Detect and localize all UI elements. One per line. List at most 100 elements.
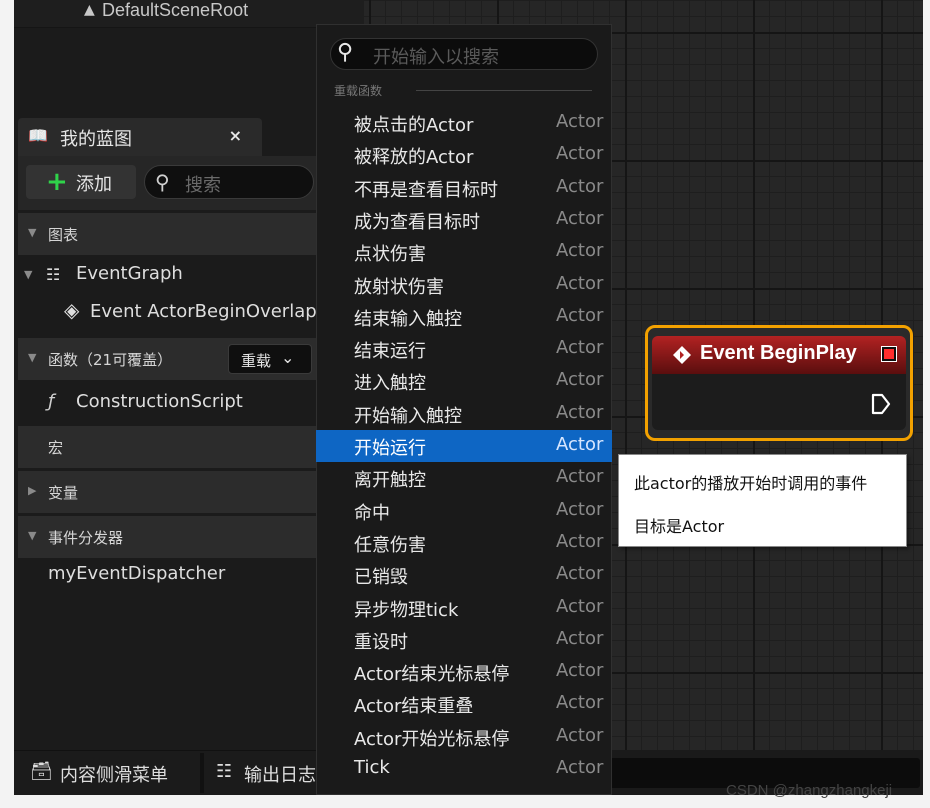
menu-item-class: Actor — [556, 692, 604, 713]
blueprint-search-input[interactable]: ⚲ 搜索 — [144, 165, 314, 199]
tab-my-blueprint[interactable]: 📖 我的蓝图 × — [18, 118, 262, 156]
menu-item-name: Actor结束重叠 — [354, 696, 474, 717]
menu-item-name: 异步物理tick — [354, 600, 459, 621]
menu-item[interactable]: 进入触控 Actor — [316, 365, 612, 397]
menu-item[interactable]: 命中 Actor — [316, 495, 612, 527]
content-drawer-icon: 🗃 — [30, 761, 53, 782]
bottom-bar: 🗃 内容侧滑菜单 ☷ 输出日志 — [14, 750, 364, 795]
menu-item-name: 已销毁 — [354, 567, 408, 588]
menu-item[interactable]: Actor结束光标悬停 Actor — [316, 656, 612, 688]
event-graph-label: EventGraph — [76, 263, 183, 284]
content-drawer-button[interactable]: 内容侧滑菜单 — [60, 761, 168, 787]
bottom-separator — [200, 753, 204, 793]
menu-item-name: 任意伤害 — [354, 535, 426, 556]
node-header: Event BeginPlay — [652, 336, 906, 374]
menu-item-name: 被点击的Actor — [354, 115, 474, 136]
menu-search-input[interactable]: ⚲ 开始输入以搜索 — [330, 38, 598, 70]
menu-item-class: Actor — [556, 305, 604, 326]
menu-item[interactable]: 被释放的Actor Actor — [316, 139, 612, 171]
menu-item[interactable]: Actor开始光标悬停 Actor — [316, 721, 612, 753]
menu-item-name: 开始输入触控 — [354, 406, 462, 427]
event-diamond-icon — [673, 346, 691, 364]
override-label: 重载 — [241, 352, 272, 370]
event-overlap-label: Event ActorBeginOverlap — [90, 301, 317, 322]
menu-item-class: Actor — [556, 531, 604, 552]
section-functions[interactable]: ▼ 函数（21可覆盖） — [18, 338, 364, 380]
close-icon[interactable]: × — [229, 126, 242, 145]
menu-item[interactable]: 结束运行 Actor — [316, 333, 612, 365]
menu-item[interactable]: 任意伤害 Actor — [316, 527, 612, 559]
event-beginplay-node[interactable]: Event BeginPlay — [645, 325, 913, 441]
construction-script-item[interactable]: ƒ ConstructionScript — [18, 384, 364, 422]
menu-item-name: Actor结束光标悬停 — [354, 664, 510, 685]
menu-item[interactable]: 放射状伤害 Actor — [316, 269, 612, 301]
menu-item-class: Actor — [556, 563, 604, 584]
menu-item-class: Actor — [556, 628, 604, 649]
section-graphs-label: 图表 — [48, 226, 79, 244]
node-body — [652, 374, 906, 430]
event-graph-item[interactable]: ▼ ☷ EventGraph — [18, 256, 364, 294]
menu-item[interactable]: 被点击的Actor Actor — [316, 107, 612, 139]
menu-category-label: 重载函数 — [334, 84, 383, 98]
override-dropdown-button[interactable]: 重载 ⌄ — [228, 344, 312, 374]
exec-output-pin-icon[interactable] — [870, 392, 892, 416]
section-dispatchers[interactable]: ▼ 事件分发器 — [18, 516, 364, 558]
search-placeholder: 搜索 — [185, 175, 221, 196]
plus-icon: + — [46, 167, 68, 197]
section-macros[interactable]: 宏 — [18, 426, 364, 468]
section-graphs[interactable]: ▼ 图表 — [18, 213, 364, 255]
menu-item[interactable]: Actor结束重叠 Actor — [316, 688, 612, 720]
watermark: CSDN @zhangzhangkeji — [726, 782, 893, 799]
tooltip-description: 此actor的播放开始时调用的事件 — [634, 474, 868, 493]
section-macros-label: 宏 — [48, 439, 64, 457]
menu-item-name: Tick — [354, 757, 390, 778]
menu-item[interactable]: 重设时 Actor — [316, 624, 612, 656]
collapse-arrow-icon: ▼ — [28, 529, 37, 542]
menu-item-name: 点状伤害 — [354, 244, 426, 265]
book-icon: 📖 — [28, 126, 48, 145]
dispatcher-item[interactable]: myEventDispatcher — [18, 556, 364, 594]
menu-item-name: 不再是查看目标时 — [354, 180, 498, 201]
menu-item[interactable]: 已销毁 Actor — [316, 559, 612, 591]
menu-item[interactable]: 不再是查看目标时 Actor — [316, 172, 612, 204]
expand-arrow-icon: ▶ — [28, 484, 37, 497]
section-variables-label: 变量 — [48, 484, 79, 502]
menu-item[interactable]: 离开触控 Actor — [316, 462, 612, 494]
output-log-icon: ☷ — [216, 761, 233, 782]
section-variables[interactable]: ▶ 变量 — [18, 471, 364, 513]
menu-item-name: 结束运行 — [354, 341, 426, 362]
menu-search-placeholder: 开始输入以搜索 — [373, 47, 499, 68]
menu-item-class: Actor — [556, 596, 604, 617]
collapse-arrow-icon: ▼ — [28, 226, 37, 239]
menu-item[interactable]: 开始运行 Actor — [316, 430, 612, 462]
menu-item-class: Actor — [556, 757, 604, 778]
menu-item[interactable]: 异步物理tick Actor — [316, 592, 612, 624]
tooltip: 此actor的播放开始时调用的事件 目标是Actor — [618, 454, 907, 547]
section-dispatchers-label: 事件分发器 — [48, 529, 124, 547]
scene-root-item[interactable]: ▲ DefaultSceneRoot — [14, 0, 364, 28]
menu-item-class: Actor — [556, 111, 604, 132]
delegate-pin-icon[interactable] — [881, 346, 897, 362]
menu-item-name: 命中 — [354, 503, 390, 524]
tab-title: 我的蓝图 — [60, 129, 132, 150]
event-overlap-item[interactable]: ◈ Event ActorBeginOverlap — [18, 294, 364, 332]
add-button[interactable]: + 添加 — [26, 165, 136, 199]
menu-item[interactable]: Tick Actor — [316, 753, 612, 785]
scene-root-label: DefaultSceneRoot — [102, 0, 249, 20]
dispatcher-item-label: myEventDispatcher — [48, 563, 226, 584]
event-diamond-icon: ◈ — [64, 298, 80, 322]
search-icon: ⚲ — [337, 40, 354, 65]
expand-arrow-icon: ▼ — [24, 268, 33, 281]
construction-script-label: ConstructionScript — [76, 391, 243, 412]
chevron-down-icon: ⌄ — [281, 348, 295, 367]
function-icon: ƒ — [48, 391, 55, 412]
menu-item[interactable]: 成为查看目标时 Actor — [316, 204, 612, 236]
menu-item-name: Actor开始光标悬停 — [354, 729, 510, 750]
section-functions-label: 函数（21可覆盖） — [48, 351, 173, 369]
menu-item[interactable]: 结束输入触控 Actor — [316, 301, 612, 333]
menu-item-name: 成为查看目标时 — [354, 212, 480, 233]
menu-item[interactable]: 点状伤害 Actor — [316, 236, 612, 268]
graph-icon: ☷ — [46, 265, 61, 284]
menu-item[interactable]: 开始输入触控 Actor — [316, 398, 612, 430]
menu-item-class: Actor — [556, 240, 604, 261]
